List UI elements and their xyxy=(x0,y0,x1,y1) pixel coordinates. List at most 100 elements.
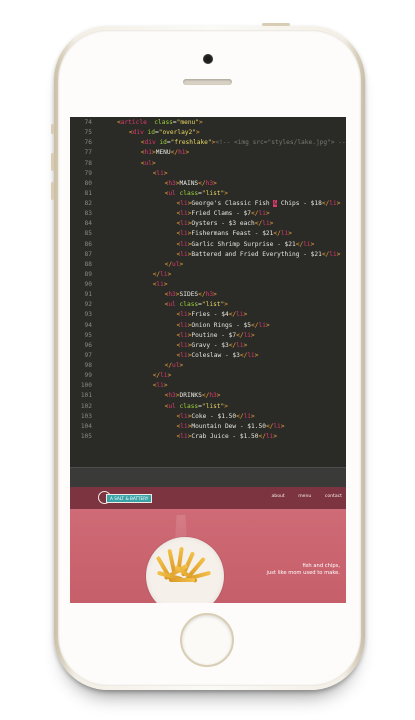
code-line[interactable]: 93 <li>Fries - $4</li> xyxy=(70,310,346,320)
code-line[interactable]: 88 </ul> xyxy=(70,260,346,270)
code-line[interactable]: 76 <div id="freshlake"><!-- <img src="sty… xyxy=(70,138,346,148)
code-token: <!-- <img src="styles/lake.jpg"> --> xyxy=(215,139,346,147)
code-token: </ xyxy=(164,260,173,268)
code-line[interactable]: 78 <ul> xyxy=(70,159,346,169)
code-line[interactable]: 104 <li>Mountain Dew - $1.50</li> xyxy=(70,422,346,432)
code-token: > xyxy=(185,149,190,157)
code-line[interactable]: 89 </li> xyxy=(70,270,346,280)
line-number: 100 xyxy=(80,382,92,390)
code-token: Coke - $1.50 xyxy=(191,412,237,420)
code-token: ul xyxy=(168,301,176,309)
code-line[interactable]: 87 <li>Battered and Fried Everything - $2… xyxy=(70,250,346,260)
line-number: 99 xyxy=(84,372,92,380)
code-text: <li>Gravy - $3</li> xyxy=(177,341,248,351)
code-text: <li>Crab Juice - $1.50</li> xyxy=(177,432,278,442)
code-token: h3 xyxy=(205,291,214,299)
code-token: h3 xyxy=(168,291,176,299)
code-line[interactable]: 102 <ul class="list"> xyxy=(70,402,346,412)
line-number: 83 xyxy=(84,210,92,218)
line-number: 80 xyxy=(84,179,92,187)
code-token: li xyxy=(180,220,188,228)
code-line[interactable]: 105 <li>Crab Juice - $1.50</li> xyxy=(70,432,346,442)
code-token: h3 xyxy=(168,392,176,400)
code-token: li xyxy=(180,422,188,430)
phone-screen: 74 <article class="menu"> 75 <div id="overl… xyxy=(70,117,346,603)
line-number: 79 xyxy=(84,169,92,177)
code-token: SIDES xyxy=(179,291,199,299)
website-preview: A SALT & BATTERY about menu contact fish… xyxy=(70,487,346,603)
code-token: id xyxy=(159,139,167,147)
code-text: <li> xyxy=(153,280,168,290)
logo-text: A SALT & BATTERY xyxy=(106,494,153,503)
code-token: li xyxy=(180,311,188,319)
code-token: li xyxy=(160,270,168,278)
code-line[interactable]: 75 <div id="overlay2"> xyxy=(70,128,346,138)
code-token: > xyxy=(179,362,184,369)
code-token: ul xyxy=(172,362,180,369)
code-token: ul xyxy=(144,159,152,167)
code-line[interactable]: 83 <li>Fried Clams - $7</li> xyxy=(70,209,346,219)
code-line[interactable]: 81 <ul class="list"> xyxy=(70,189,346,199)
code-text: <ul class="list"> xyxy=(165,402,228,412)
code-line[interactable]: 101 <h3>DRINKS</h3> xyxy=(70,391,346,401)
code-token: li xyxy=(329,200,337,207)
code-token: > xyxy=(196,129,200,137)
editor-status-bar xyxy=(70,467,346,488)
code-line[interactable]: 95 <li>Poutine - $7</li> xyxy=(70,331,346,341)
code-line[interactable]: 92 <ul class="list"> xyxy=(70,300,346,310)
code-token: "overlay2" xyxy=(158,129,196,137)
line-number: 88 xyxy=(84,260,92,268)
code-token: li xyxy=(180,230,188,238)
line-number: 101 xyxy=(80,392,92,400)
code-text: <li>Fries - $4</li> xyxy=(177,310,248,320)
code-text: </ul> xyxy=(165,361,184,371)
code-line[interactable]: 94 <li>Onion Rings - $5</li> xyxy=(70,321,346,331)
code-line[interactable]: 98 </ul> xyxy=(70,361,346,371)
nav-about-link[interactable]: about xyxy=(271,494,284,499)
code-line[interactable]: 80 <h3>MAINS</h3> xyxy=(70,179,346,189)
code-line[interactable]: 90 <li> xyxy=(70,280,346,290)
line-number: 95 xyxy=(84,331,92,339)
code-token: </ xyxy=(258,432,266,440)
code-line[interactable]: 85 <li>Fishermans Feast - $21</li> xyxy=(70,229,346,239)
code-line[interactable]: 96 <li>Gravy - $3</li> xyxy=(70,341,346,351)
code-token: > xyxy=(265,210,270,218)
code-token: li xyxy=(262,220,270,228)
code-token: "list" xyxy=(201,402,225,410)
code-text: <div id="freshlake"><!-- <img src="style… xyxy=(141,138,346,148)
code-token: li xyxy=(156,169,164,177)
home-button[interactable] xyxy=(180,613,234,667)
code-line[interactable]: 100 <li> xyxy=(70,381,346,391)
code-line[interactable]: 77 <h1>MENU</h1> xyxy=(70,148,346,158)
code-line[interactable]: 84 <li>Oysters - $3 each</li> xyxy=(70,219,346,229)
code-token: li xyxy=(180,412,188,420)
nav-menu-link[interactable]: menu xyxy=(298,494,311,499)
line-number: 77 xyxy=(84,149,92,157)
code-text: <h3>DRINKS</h3> xyxy=(165,391,221,401)
code-editor[interactable]: 74 <article class="menu"> 75 <div id="overl… xyxy=(70,117,346,468)
nav-contact-link[interactable]: contact xyxy=(325,494,342,499)
code-line[interactable]: 97 <li>Coleslaw - $3</li> xyxy=(70,351,346,361)
line-number: 87 xyxy=(84,250,92,258)
code-line[interactable]: 91 <h3>SIDES</h3> xyxy=(70,290,346,300)
code-token: > xyxy=(179,260,184,268)
code-line[interactable]: 99 </li> xyxy=(70,371,346,381)
code-token: li xyxy=(180,200,188,207)
code-line[interactable]: 86 <li>Garlic Shrimp Surprise - $21</li> xyxy=(70,240,346,250)
code-token: h3 xyxy=(209,392,217,400)
code-token: > xyxy=(310,240,315,248)
code-text: <li>Garlic Shrimp Surprise - $21</li> xyxy=(177,240,315,250)
code-line[interactable]: 74 <article class="menu"> xyxy=(70,118,346,128)
code-line[interactable]: 103 <li>Coke - $1.50</li> xyxy=(70,412,346,422)
code-text: <div id="overlay2"> xyxy=(129,128,200,138)
code-token: </ xyxy=(273,230,281,238)
line-number: 97 xyxy=(84,351,92,359)
code-token: "freshlake" xyxy=(170,139,212,147)
code-token: ul xyxy=(168,402,176,410)
code-token: </ xyxy=(236,331,244,339)
code-line[interactable]: 79 <li> xyxy=(70,169,346,179)
code-token: li xyxy=(247,351,255,359)
code-token: div xyxy=(132,129,144,137)
tagline-line-2: just like mom used to make. xyxy=(266,569,340,576)
code-line[interactable]: 82 <li>George's Classic Fish & Chips - $1… xyxy=(70,199,346,209)
